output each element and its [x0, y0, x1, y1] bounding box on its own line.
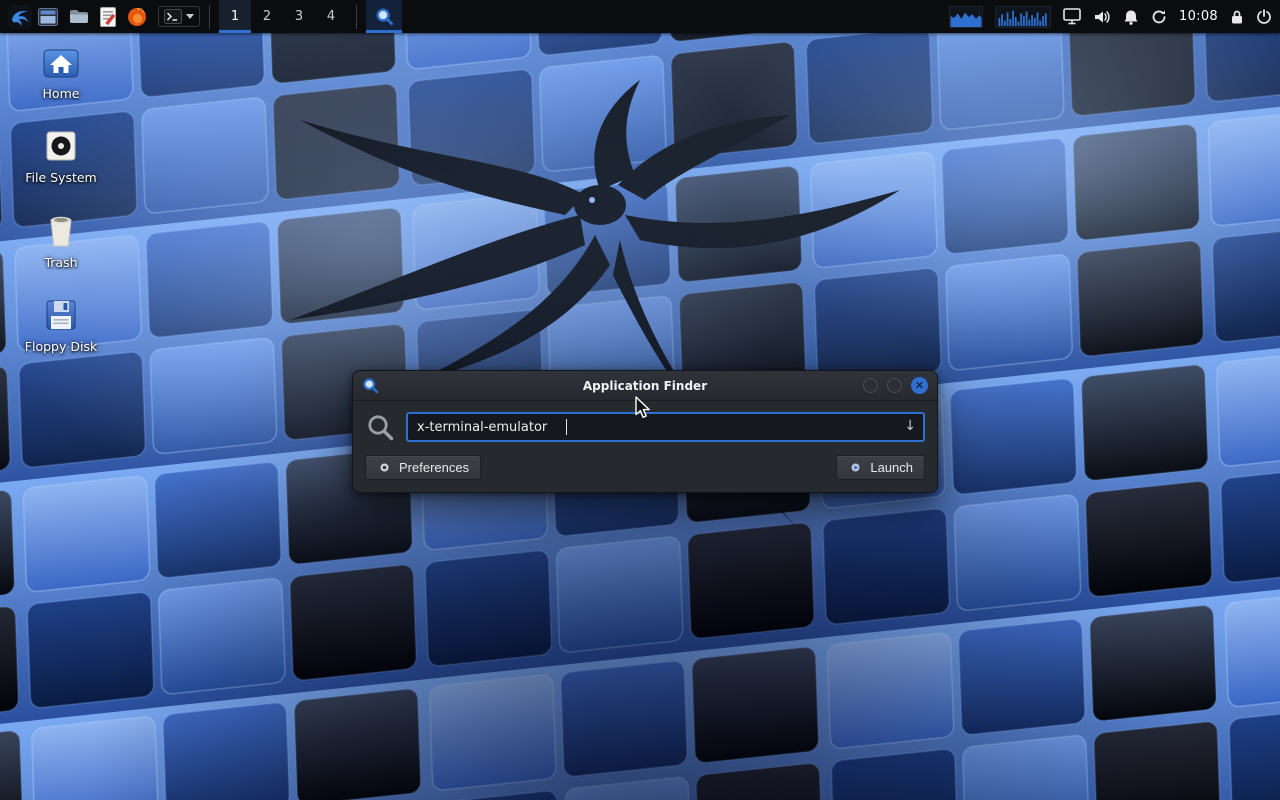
- quick-launchers: [38, 0, 200, 33]
- status-tray: 10:08: [949, 6, 1272, 28]
- workspace-3[interactable]: 3: [283, 0, 315, 33]
- power-icon[interactable]: [1256, 9, 1272, 25]
- application-finder-task-icon: [375, 7, 394, 26]
- desktop-icon-label: File System: [25, 171, 97, 185]
- titlebar[interactable]: Application Finder ✕: [353, 371, 937, 401]
- applications-menu-button[interactable]: [8, 0, 32, 33]
- search-input[interactable]: [406, 412, 925, 442]
- desktop-icon-file-system[interactable]: File System: [16, 128, 106, 185]
- desktop-icon-trash[interactable]: Trash: [16, 213, 106, 270]
- file-manager-launcher[interactable]: [69, 0, 89, 33]
- desktop-icon-floppy-disk[interactable]: Floppy Disk: [16, 297, 106, 354]
- desktop-icon-label: Home: [43, 87, 80, 101]
- top-panel: 1 2 3 4: [0, 0, 1280, 33]
- kali-menu-icon: [8, 5, 32, 29]
- text-caret: [566, 419, 567, 435]
- display-icon[interactable]: [1063, 8, 1081, 25]
- desktop-icon-label: Trash: [44, 256, 77, 270]
- preferences-button[interactable]: Preferences: [365, 455, 481, 480]
- application-finder-window: Application Finder ✕ ↓: [352, 370, 938, 493]
- file-system-drive-icon: [43, 128, 79, 164]
- window-icon: [38, 8, 58, 26]
- home-folder-icon: [42, 46, 80, 80]
- panel-separator: [356, 5, 357, 29]
- preferences-label: Preferences: [399, 460, 469, 475]
- firefox-launcher[interactable]: [127, 0, 147, 33]
- search-input-wrap: ↓: [406, 412, 925, 442]
- text-editor-icon: [100, 7, 116, 27]
- chevron-down-icon: [186, 14, 194, 19]
- button-row: Preferences Launch: [365, 455, 925, 480]
- gear-icon: [377, 460, 392, 475]
- updates-icon[interactable]: [1151, 9, 1167, 25]
- desktop-icon-home[interactable]: Home: [16, 46, 106, 101]
- desktop-icon-column: Home File System Trash: [16, 46, 106, 355]
- lock-icon[interactable]: [1230, 9, 1244, 25]
- workspace-2[interactable]: 2: [251, 0, 283, 33]
- folder-icon: [69, 8, 89, 25]
- maximize-button[interactable]: [887, 378, 902, 393]
- taskbar-application-finder[interactable]: [366, 0, 402, 33]
- volume-icon[interactable]: [1093, 9, 1111, 25]
- search-icon: [365, 412, 395, 442]
- notifications-bell-icon[interactable]: [1123, 9, 1139, 25]
- application-finder-icon: [362, 377, 379, 394]
- window-controls: ✕: [863, 377, 928, 394]
- floppy-disk-icon: [43, 297, 79, 333]
- workspace-4[interactable]: 4: [315, 0, 347, 33]
- launch-icon: [848, 460, 863, 475]
- screen: Home File System Trash: [0, 0, 1280, 800]
- dialog-body: ↓ Preferences: [353, 401, 937, 492]
- workspace-switcher: 1 2 3 4: [219, 0, 347, 33]
- close-button[interactable]: ✕: [911, 377, 928, 394]
- launch-label: Launch: [870, 460, 913, 475]
- clock[interactable]: 10:08: [1179, 9, 1218, 24]
- window-manager-launcher[interactable]: [38, 0, 58, 33]
- trash-icon: [45, 213, 77, 249]
- terminal-icon: [164, 9, 182, 24]
- minimize-button[interactable]: [863, 378, 878, 393]
- workspace-1[interactable]: 1: [219, 0, 251, 33]
- search-row: ↓: [365, 412, 925, 442]
- firefox-icon: [127, 7, 147, 27]
- cpu-graph-icon[interactable]: [949, 6, 983, 28]
- desktop-icon-label: Floppy Disk: [25, 340, 97, 354]
- window-title: Application Finder: [353, 379, 937, 393]
- terminal-launcher-group[interactable]: [158, 6, 200, 27]
- launch-button[interactable]: Launch: [836, 455, 925, 480]
- panel-separator: [209, 5, 210, 29]
- text-editor-launcher[interactable]: [100, 0, 116, 33]
- network-histogram-icon[interactable]: [995, 6, 1051, 28]
